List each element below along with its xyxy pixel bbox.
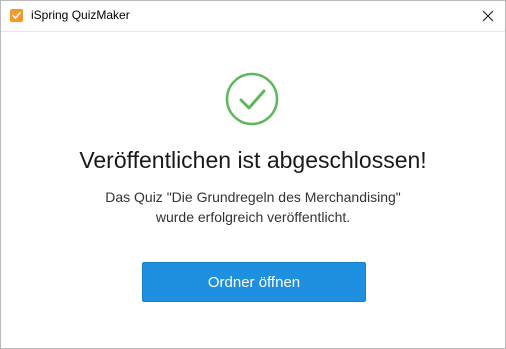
open-folder-button[interactable]: Ordner öffnen xyxy=(142,262,366,302)
message-line-1: Das Quiz "Die Grundregeln des Merchandis… xyxy=(105,189,401,205)
success-message: Das Quiz "Die Grundregeln des Merchandis… xyxy=(1,187,505,227)
dialog-window: iSpring QuizMaker Veröffentlichen ist ab… xyxy=(0,0,506,349)
check-circle-icon xyxy=(225,72,279,126)
close-button[interactable] xyxy=(471,1,505,31)
success-headline: Veröffentlichen ist abgeschlossen! xyxy=(79,147,427,173)
ispring-app-icon xyxy=(10,9,23,22)
close-icon xyxy=(482,10,494,22)
title-divider xyxy=(1,31,505,32)
message-line-2: wurde erfolgreich veröffentlicht. xyxy=(155,209,351,225)
window-title: iSpring QuizMaker xyxy=(31,8,130,22)
title-bar[interactable]: iSpring QuizMaker xyxy=(1,1,505,31)
